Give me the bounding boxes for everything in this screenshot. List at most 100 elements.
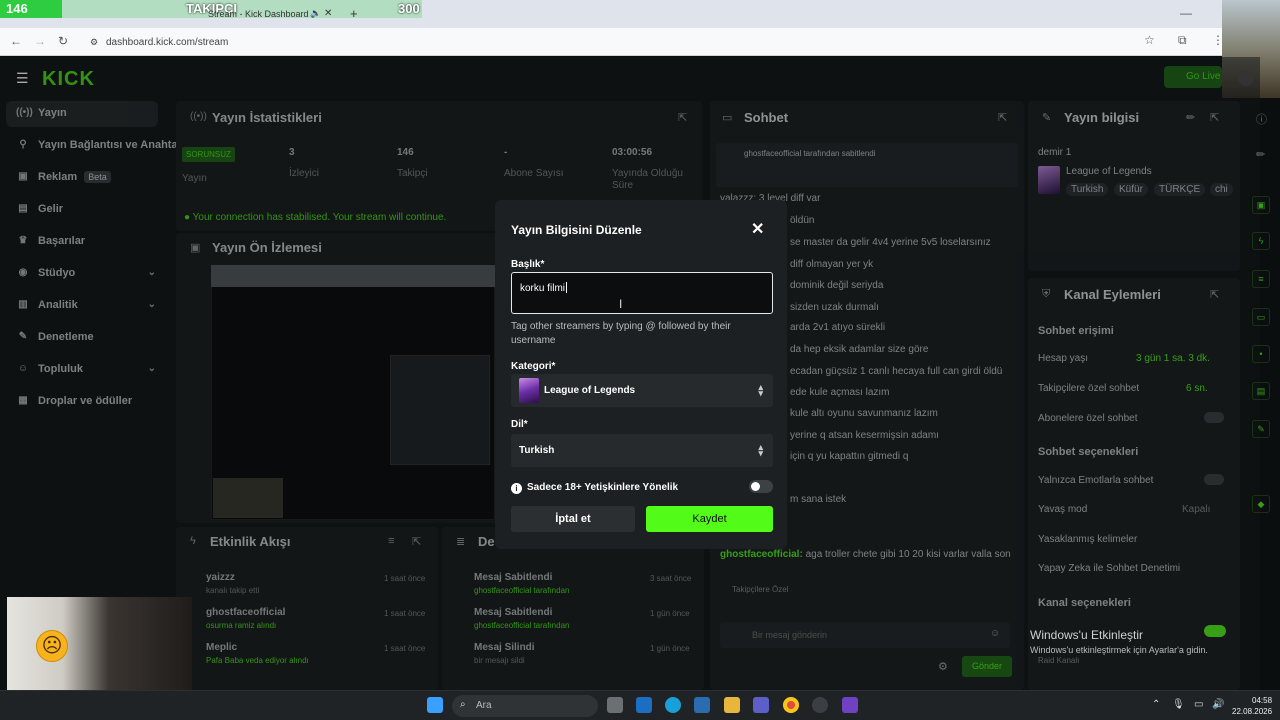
sidebar-item-denetleme[interactable]: ✎ Denetleme [16, 325, 168, 351]
modlog-time: 1 gün önce [650, 609, 690, 618]
sidebar-item-analitik[interactable]: ▥ Analitik ⌄ [16, 293, 168, 319]
teams-icon[interactable] [753, 697, 769, 713]
followers-chat-label[interactable]: Takipçilere özel sohbet [1038, 383, 1139, 394]
category-value: League of Legends [1066, 166, 1152, 177]
forward-icon[interactable]: → [34, 34, 46, 48]
rail-stream-icon[interactable]: • [1252, 345, 1270, 363]
app-icon[interactable] [842, 697, 858, 713]
broadcast-icon: ((•)) [16, 107, 33, 118]
volume-icon[interactable]: 🔊 [1212, 699, 1224, 710]
modal-title: Yayın Bilgisini Düzenle [511, 223, 642, 237]
chat-username[interactable]: ghostfaceofficial: [720, 549, 803, 560]
sidebar-item-yayin[interactable]: ((•)) Yayın [6, 101, 158, 127]
popout-icon[interactable]: ⇱ [1210, 288, 1219, 301]
task-view-icon[interactable] [607, 697, 623, 713]
close-icon[interactable]: ✕ [751, 219, 764, 239]
lightning-icon: ϟ [190, 535, 196, 547]
go-live-button[interactable]: Go Live [1164, 66, 1222, 88]
popout-icon[interactable]: ⇱ [998, 111, 1007, 124]
chrome-icon[interactable] [783, 697, 799, 713]
rail-wrench-icon[interactable]: ✎ [1252, 420, 1270, 438]
title-input[interactable]: korku filmi [511, 272, 773, 314]
browser-tab[interactable]: Stream - Kick Dashboard 🔈 ✕ [200, 8, 340, 28]
ai-mod-label[interactable]: Yapay Zeka ile Sohbet Denetimi [1038, 563, 1180, 574]
tab-mute-icon[interactable]: 🔈 [310, 8, 321, 19]
explorer-icon[interactable] [724, 697, 740, 713]
kick-logo[interactable]: KICK [42, 68, 95, 91]
reload-icon[interactable]: ↻ [58, 34, 68, 48]
banned-words-label[interactable]: Yasaklanmış kelimeler [1038, 534, 1137, 545]
edge-icon[interactable] [665, 697, 681, 713]
rail-stack-icon[interactable]: ▤ [1252, 382, 1270, 400]
chat-line: da hep eksik adamlar size göre [790, 344, 929, 355]
gear-icon[interactable]: ⚙ [938, 660, 948, 673]
updown-chevron-icon: ▴ ▾ [758, 442, 763, 458]
rail-broadcast-icon[interactable]: ▣ [1252, 196, 1270, 214]
channel-toggle[interactable] [1204, 625, 1226, 637]
outlook-icon[interactable] [636, 697, 652, 713]
activity-user[interactable]: yaizzz [206, 572, 235, 583]
studio-icon: ◉ [18, 267, 28, 278]
stats-icon: ((•)) [190, 111, 207, 122]
popout-icon[interactable]: ⇱ [412, 535, 421, 548]
account-age-label[interactable]: Hesap yaşı [1038, 353, 1088, 364]
network-icon[interactable]: ▭ [1194, 699, 1203, 710]
emote-only-toggle[interactable] [1204, 474, 1224, 485]
back-icon[interactable]: ← [10, 34, 22, 48]
language-select[interactable]: Turkish ▴ ▾ [511, 434, 773, 467]
info-icon: i [511, 483, 522, 494]
rail-chat-icon[interactable]: ▭ [1252, 308, 1270, 326]
preview-modal-echo [390, 355, 490, 465]
emoji-icon[interactable]: ☺ [990, 628, 1000, 639]
hamburger-icon[interactable]: ☰ [16, 70, 29, 87]
chat-input[interactable]: Bir mesaj gönderin ☺ [720, 622, 1010, 648]
rail-lightning-icon[interactable]: ϟ [1252, 232, 1270, 250]
edit-icon[interactable]: ✏ [1186, 111, 1195, 124]
filter-icon[interactable]: ≡ [388, 535, 394, 547]
chat-title: Sohbet [744, 110, 789, 125]
sidebar-item-reklam[interactable]: ▣ Reklam Beta [16, 165, 168, 191]
sidebar-item-studyo[interactable]: ◉ Stüdyo ⌄ [16, 261, 168, 287]
sidebar-item-droplar[interactable]: ▦ Droplar ve ödüller [16, 389, 168, 415]
save-button[interactable]: Kaydet [646, 506, 773, 532]
rail-diamond-icon[interactable]: ◆ [1252, 495, 1270, 513]
sidebar-item-stream-key[interactable]: ⚲ Yayın Bağlantısı ve Anahtarı [16, 133, 176, 159]
windows-start-icon[interactable] [427, 697, 443, 713]
extensions-icon[interactable]: ⧉ [1178, 33, 1187, 48]
followers-chat-value: 6 sn. [1186, 383, 1208, 394]
avatar[interactable] [1238, 70, 1254, 86]
obs-icon[interactable] [812, 697, 828, 713]
pencil-icon[interactable]: ✏ [1256, 148, 1265, 161]
tab-title: Stream - Kick Dashboard [208, 9, 309, 19]
store-icon[interactable] [694, 697, 710, 713]
adult-only-toggle[interactable] [749, 480, 773, 493]
chevron-up-icon[interactable]: ⌃ [1152, 699, 1160, 710]
sidebar-item-gelir[interactable]: ▤ Gelir [16, 197, 168, 223]
send-button[interactable]: Gönder [962, 656, 1012, 677]
activity-user[interactable]: Meplic [206, 642, 237, 653]
stats-title: Yayın İstatistikleri [212, 110, 322, 125]
taskbar-search[interactable]: ⌕ Ara [452, 695, 598, 717]
popout-icon[interactable]: ⇱ [678, 111, 687, 124]
wrench-icon: ✎ [1042, 112, 1052, 124]
subs-chat-toggle[interactable] [1204, 412, 1224, 423]
cancel-button[interactable]: İptal et [511, 506, 635, 532]
new-tab-button[interactable]: + [350, 6, 358, 21]
sidebar-item-label: Reklam [38, 171, 78, 183]
sidebar-item-basarilar[interactable]: ♛ Başarılar [16, 229, 168, 255]
minimize-icon[interactable]: — [1180, 6, 1192, 20]
bookmark-star-icon[interactable]: ☆ [1144, 33, 1155, 47]
raid-label[interactable]: Raid Kanalı [1038, 656, 1079, 665]
category-select[interactable]: League of Legends ▴ ▾ [511, 374, 773, 407]
activity-user[interactable]: ghostfaceofficial [206, 607, 285, 618]
tab-close-icon[interactable]: ✕ [324, 8, 332, 19]
rail-list-icon[interactable]: ≡ [1252, 270, 1270, 288]
mic-icon[interactable]: 🎙 [1172, 699, 1185, 710]
sidebar-item-topluluk[interactable]: ☺ Topluluk ⌄ [16, 357, 168, 383]
info-icon[interactable]: ⓘ [1256, 111, 1267, 127]
slow-mode-label[interactable]: Yavaş mod [1038, 504, 1087, 515]
url-field[interactable]: ⚙ dashboard.kick.com/stream [84, 34, 1164, 52]
taskbar-clock[interactable]: 04:58 22.08.2026 [1232, 695, 1272, 717]
site-info-icon[interactable]: ⚙ [90, 37, 98, 48]
popout-icon[interactable]: ⇱ [1210, 111, 1219, 124]
